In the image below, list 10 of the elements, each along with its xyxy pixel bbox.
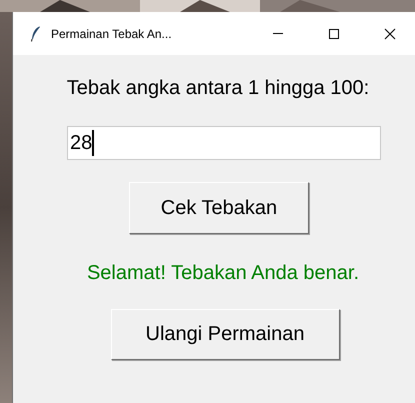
maximize-icon bbox=[328, 28, 340, 40]
guess-field[interactable]: 28 bbox=[67, 126, 381, 160]
restart-button[interactable]: Ulangi Permainan bbox=[110, 309, 340, 360]
result-message: Selamat! Tebakan Anda benar. bbox=[86, 262, 360, 285]
minimize-icon bbox=[273, 33, 283, 34]
close-icon bbox=[384, 28, 396, 40]
prompt-label: Tebak angka antara 1 hingga 100: bbox=[66, 77, 370, 100]
check-button[interactable]: Cek Tebakan bbox=[129, 182, 309, 234]
feather-icon bbox=[31, 26, 41, 42]
window-title: Permainan Tebak An... bbox=[51, 26, 172, 40]
